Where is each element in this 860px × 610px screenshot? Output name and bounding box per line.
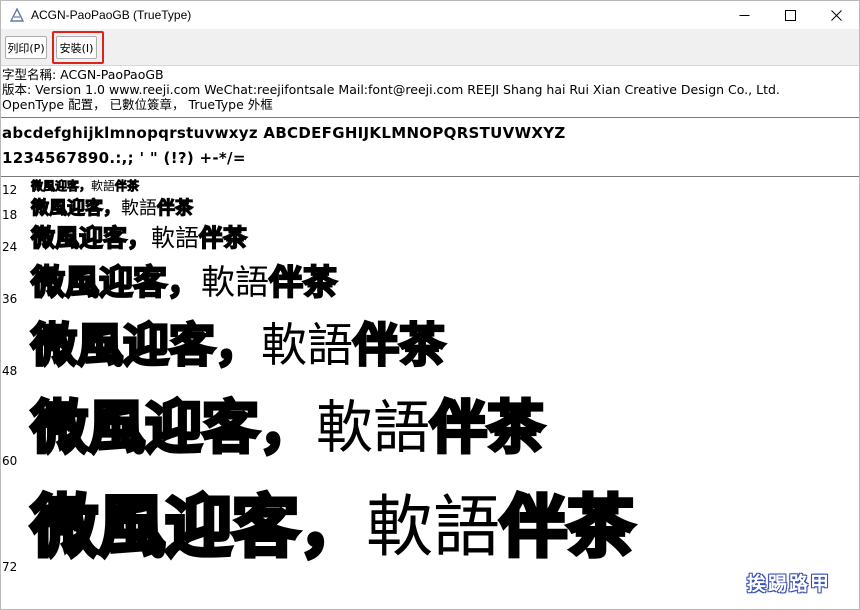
install-highlight-box xyxy=(52,31,104,64)
print-button[interactable]: 列印(P) xyxy=(5,36,47,59)
font-preview-area[interactable]: 字型名稱: ACGN-PaoPaoGB 版本: Version 1.0 www.… xyxy=(1,66,859,610)
sample-text: 微風迎客，軟語伴茶 xyxy=(30,321,447,370)
sample-text: 微風迎客，軟語伴茶 xyxy=(30,263,338,303)
sample-serif-part: 軟語 xyxy=(261,318,353,372)
minimize-icon xyxy=(739,6,750,25)
version-line: 版本: Version 1.0 www.reeji.com WeChat:ree… xyxy=(2,82,780,97)
sample-bubble-part: 微風迎客， xyxy=(29,488,368,566)
maximize-icon xyxy=(784,6,796,25)
sample-bubble-part: 微風迎客， xyxy=(30,318,263,372)
watermark: 挨踢路甲 xyxy=(746,573,831,595)
sample-text: 微風迎客，軟語伴茶 xyxy=(29,398,545,458)
window-controls xyxy=(721,1,859,29)
size-label: 18 xyxy=(2,208,18,222)
sample-serif-part: 軟語 xyxy=(121,198,157,219)
close-icon xyxy=(830,6,842,25)
sample-serif-part: 軟語 xyxy=(316,395,430,461)
separator-top xyxy=(1,117,859,118)
sample-tail-part: 伴茶 xyxy=(115,179,140,193)
size-label: 36 xyxy=(2,292,18,306)
charset-letters: abcdefghijklmnopqrstuvwxyz ABCDEFGHIJKLM… xyxy=(2,124,566,142)
font-name-line: 字型名稱: ACGN-PaoPaoGB xyxy=(2,67,164,82)
size-label: 12 xyxy=(2,183,18,197)
sample-serif-part: 軟語 xyxy=(91,179,116,193)
charset-digits: 1234567890.:,; ' " (!?) +-*/= xyxy=(2,149,246,167)
size-label: 72 xyxy=(2,560,18,574)
font-app-icon xyxy=(9,7,25,23)
sample-text: 微風迎客，軟語伴茶 xyxy=(30,198,193,219)
sample-text: 微風迎客，軟語伴茶 xyxy=(31,179,140,193)
sample-row-24: 24 微風迎客，軟語伴茶 xyxy=(1,224,859,264)
sample-serif-part: 軟語 xyxy=(201,263,269,303)
sample-bubble-part: 微風迎客， xyxy=(30,263,202,303)
sample-row-48: 48 微風迎客，軟語伴茶 xyxy=(1,321,859,382)
maximize-button[interactable] xyxy=(767,1,813,29)
sample-bubble-part: 微風迎客， xyxy=(30,224,151,252)
sample-tail-part: 伴茶 xyxy=(156,198,193,219)
sample-tail-part: 伴茶 xyxy=(198,224,247,252)
sample-row-60: 60 微風迎客，軟語伴茶 xyxy=(1,398,859,471)
sample-row-36: 36 微風迎客，軟語伴茶 xyxy=(1,263,859,314)
sample-bubble-part: 微風迎客， xyxy=(30,198,121,219)
window-title: ACGN-PaoPaoGB (TrueType) xyxy=(31,8,192,22)
sample-tail-part: 伴茶 xyxy=(428,395,545,461)
sample-serif-part: 軟語 xyxy=(366,488,500,566)
sample-bubble-part: 微風迎客， xyxy=(31,179,92,193)
size-label: 24 xyxy=(2,240,18,254)
font-viewer-window: ACGN-PaoPaoGB (TrueType) 列印(P) 安裝(I) 字型名… xyxy=(0,0,860,610)
sample-tail-part: 伴茶 xyxy=(352,318,447,372)
sample-text: 微風迎客，軟語伴茶 xyxy=(30,224,247,252)
separator-bottom xyxy=(1,176,859,177)
sample-tail-part: 伴茶 xyxy=(498,488,636,566)
toolbar: 列印(P) 安裝(I) xyxy=(1,29,859,66)
close-button[interactable] xyxy=(813,1,859,29)
size-label: 60 xyxy=(2,454,18,468)
opentype-line: OpenType 配置， 已數位簽章， TrueType 外框 xyxy=(2,97,273,112)
sample-text: 微風迎客，軟語伴茶 xyxy=(29,491,636,562)
minimize-button[interactable] xyxy=(721,1,767,29)
sample-row-72: 72 微風迎客，軟語伴茶 xyxy=(1,491,859,575)
sample-tail-part: 伴茶 xyxy=(268,263,338,303)
sample-serif-part: 軟語 xyxy=(151,224,199,252)
title-bar: ACGN-PaoPaoGB (TrueType) xyxy=(1,1,859,29)
sample-bubble-part: 微風迎客， xyxy=(29,395,317,461)
size-label: 48 xyxy=(2,364,18,378)
